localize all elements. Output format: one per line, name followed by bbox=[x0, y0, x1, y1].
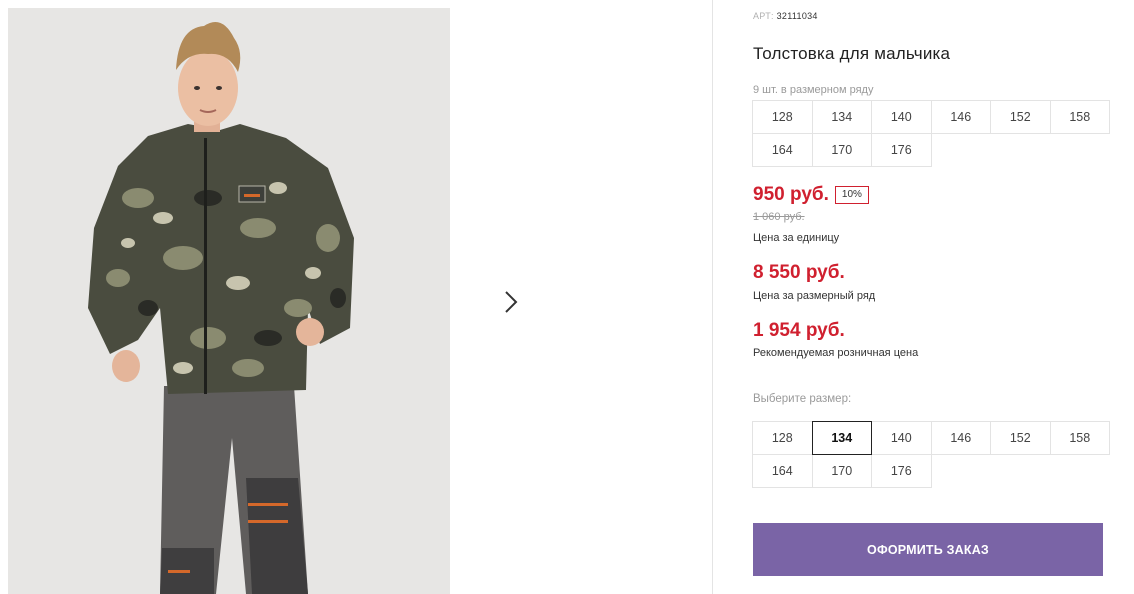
product-photo-image bbox=[8, 8, 450, 594]
size-option[interactable]: 128 bbox=[752, 421, 813, 455]
pack-size-cell: 140 bbox=[871, 100, 932, 134]
product-title: Толстовка для мальчика bbox=[753, 44, 951, 63]
size-selector-grid: 128 134 140 146 152 158 164 170 176 bbox=[752, 421, 1110, 488]
size-option[interactable]: 176 bbox=[871, 454, 932, 488]
pack-size-cell: 146 bbox=[930, 100, 991, 134]
column-divider bbox=[712, 0, 713, 594]
size-option[interactable]: 146 bbox=[930, 421, 991, 455]
pack-size-cell: 176 bbox=[871, 133, 932, 167]
size-option-selected[interactable]: 134 bbox=[811, 421, 872, 455]
discount-badge: 10% bbox=[834, 186, 869, 204]
unit-price-row: 950 руб. 10% bbox=[753, 184, 869, 206]
size-option[interactable]: 170 bbox=[811, 454, 872, 488]
pack-size-cell: 152 bbox=[990, 100, 1051, 134]
pack-size-cell: 128 bbox=[752, 100, 813, 134]
article-line: АРТ: 32111034 bbox=[753, 11, 818, 21]
product-page: АРТ: 32111034 Толстовка для мальчика 9 ш… bbox=[0, 0, 1134, 594]
size-option[interactable]: 158 bbox=[1049, 421, 1110, 455]
size-option[interactable]: 140 bbox=[871, 421, 932, 455]
pack-size-cell: 134 bbox=[811, 100, 872, 134]
pack-size-cell: 170 bbox=[811, 133, 872, 167]
pack-price: 8 550 руб. bbox=[753, 262, 845, 283]
retail-price-caption: Рекомендуемая розничная цена bbox=[753, 347, 919, 359]
retail-price: 1 954 руб. bbox=[753, 320, 845, 341]
old-price: 1 060 руб. bbox=[753, 211, 805, 223]
place-order-button[interactable]: ОФОРМИТЬ ЗАКАЗ bbox=[753, 523, 1103, 576]
size-option[interactable]: 164 bbox=[752, 454, 813, 488]
article-number: 32111034 bbox=[776, 11, 818, 21]
pack-price-caption: Цена за размерный ряд bbox=[753, 290, 876, 302]
pack-size-cell: 158 bbox=[1049, 100, 1110, 134]
unit-price: 950 руб. bbox=[753, 184, 829, 205]
pack-note: 9 шт. в размерном ряду bbox=[753, 84, 874, 96]
product-photo bbox=[8, 8, 450, 594]
pack-size-grid: 128 134 140 146 152 158 164 170 176 bbox=[752, 100, 1110, 167]
pack-size-cell: 164 bbox=[752, 133, 813, 167]
size-option[interactable]: 152 bbox=[990, 421, 1051, 455]
size-selector-label: Выберите размер: bbox=[753, 393, 852, 405]
unit-price-caption: Цена за единицу bbox=[753, 232, 840, 244]
product-gallery bbox=[8, 8, 712, 594]
article-label: АРТ: bbox=[753, 11, 774, 21]
gallery-next-button[interactable] bbox=[484, 276, 538, 330]
chevron-right-icon bbox=[504, 290, 518, 317]
